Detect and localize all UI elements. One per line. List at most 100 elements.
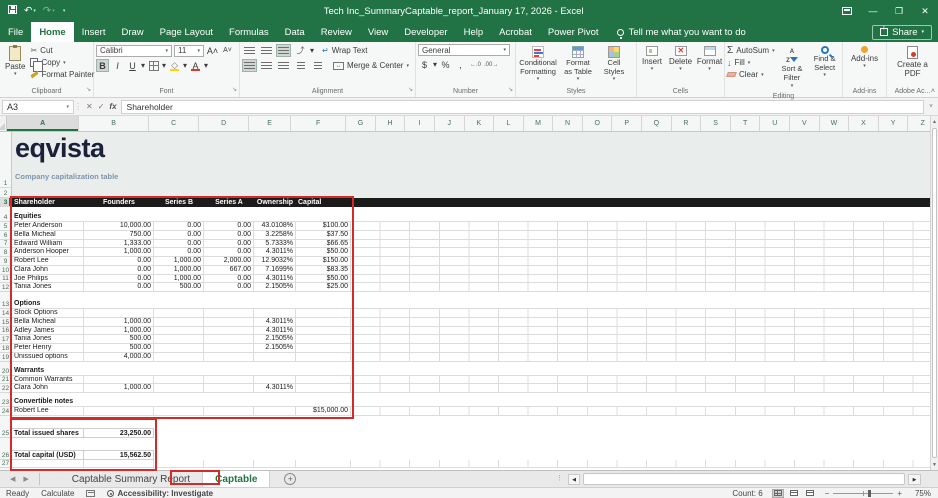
cell-C9[interactable]: 1,000.00 (154, 257, 204, 265)
cell-F22[interactable] (296, 384, 351, 392)
zoom-slider-thumb[interactable] (868, 490, 871, 497)
cell-D8[interactable]: 0.00 (204, 248, 254, 256)
bold-button[interactable]: B (96, 59, 109, 72)
menu-tab-review[interactable]: Review (313, 22, 360, 42)
sheet-row-15[interactable]: Bella Micheal1,000.004.3011% (12, 318, 938, 327)
column-header-B[interactable]: B (79, 116, 149, 131)
row-number-14[interactable]: 14 (0, 309, 11, 318)
restore-button[interactable]: ❐ (886, 0, 912, 22)
sheet-row-6[interactable]: Bella Micheal750.000.000.003.2258%$37.50 (12, 231, 938, 240)
empty-cells-region[interactable] (351, 376, 938, 384)
cell-E9[interactable]: 12.9032% (254, 257, 296, 265)
cell-B27[interactable] (84, 460, 154, 467)
cell-E15[interactable]: 4.3011% (254, 318, 296, 326)
sheet-row-13[interactable]: Options (12, 292, 938, 309)
percent-icon[interactable]: % (439, 58, 452, 71)
name-box[interactable]: A3▾ (2, 100, 74, 114)
cell-F11[interactable]: $50.00 (296, 275, 351, 283)
sheet-row-23[interactable]: Convertible notes (12, 393, 938, 407)
cell-A3[interactable]: Shareholder (12, 198, 84, 207)
cell-B22[interactable]: 1,000.00 (84, 384, 154, 392)
column-header-V[interactable]: V (790, 116, 820, 131)
cell-A23[interactable]: Convertible notes (12, 397, 938, 406)
cell-B17[interactable]: 500.00 (84, 335, 154, 343)
horizontal-scroll-thumb[interactable] (583, 473, 905, 485)
cell-B21[interactable] (84, 376, 154, 384)
zoom-in-icon[interactable]: + (897, 489, 902, 498)
row-number-12[interactable]: 12 (0, 283, 11, 292)
sheet-row-21[interactable]: Common Warrants (12, 376, 938, 385)
empty-cells-region[interactable] (351, 309, 938, 317)
font-size-select[interactable]: 11▾ (174, 45, 204, 57)
cell-A25[interactable]: Total issued shares (12, 428, 84, 438)
fill-color-icon[interactable]: ◇ (168, 59, 181, 72)
cell-A13[interactable]: Options (12, 299, 938, 308)
cell-F19[interactable] (296, 353, 351, 361)
row-number-25[interactable]: 25 (0, 416, 11, 438)
cell-C10[interactable]: 1,000.00 (154, 266, 204, 274)
cell-F21[interactable] (296, 376, 351, 384)
cell-D24[interactable] (204, 407, 254, 415)
menu-tab-file[interactable]: File (0, 22, 31, 42)
empty-cells-region[interactable] (351, 222, 938, 230)
normal-view-icon[interactable] (772, 489, 784, 498)
zoom-slider[interactable] (833, 493, 893, 494)
cell-A6[interactable]: Bella Micheal (12, 231, 84, 239)
cell-E22[interactable]: 4.3011% (254, 384, 296, 392)
column-header-F[interactable]: F (291, 116, 346, 131)
cell-F16[interactable] (296, 327, 351, 335)
scroll-down-icon[interactable]: ▼ (931, 459, 938, 470)
cell-E16[interactable]: 4.3011% (254, 327, 296, 335)
empty-cells-region[interactable] (351, 344, 938, 352)
cell-C18[interactable] (154, 344, 204, 352)
cell-D14[interactable] (204, 309, 254, 317)
empty-cells-region[interactable] (351, 240, 938, 248)
tell-me-box[interactable]: Tell me what you want to do (617, 22, 746, 42)
row-number-26[interactable]: 26 (0, 438, 11, 460)
cut-button[interactable]: ✂Cut (30, 45, 94, 56)
customize-qat-icon[interactable]: ▾ (62, 6, 66, 17)
empty-cells-region[interactable] (351, 353, 938, 361)
cell-B10[interactable]: 0.00 (84, 266, 154, 274)
cell-A17[interactable]: Tania Jones (12, 335, 84, 343)
currency-icon[interactable]: $ (418, 58, 431, 71)
sheet-row-18[interactable]: Peter Henry500.002.1505% (12, 344, 938, 353)
cell-B25[interactable]: 23,250.00 (84, 428, 154, 438)
column-header-Q[interactable]: Q (642, 116, 672, 131)
cell-F5[interactable]: $100.00 (296, 222, 351, 230)
align-right-icon[interactable] (276, 59, 291, 72)
column-header-Y[interactable]: Y (879, 116, 909, 131)
cell-C11[interactable]: 1,000.00 (154, 275, 204, 283)
increase-decimal-icon[interactable]: ←.0 (469, 58, 482, 71)
row-number-23[interactable]: 23 (0, 393, 11, 407)
cell-A26[interactable]: Total capital (USD) (12, 450, 84, 460)
row-number-11[interactable]: 11 (0, 275, 11, 284)
menu-tab-data[interactable]: Data (277, 22, 313, 42)
align-left-icon[interactable] (242, 59, 257, 72)
align-bottom-icon[interactable] (276, 44, 291, 57)
cell-B18[interactable]: 500.00 (84, 344, 154, 352)
cell-D5[interactable]: 0.00 (204, 222, 254, 230)
cell-A15[interactable]: Bella Micheal (12, 318, 84, 326)
select-all-corner[interactable] (0, 116, 7, 131)
cell-D18[interactable] (204, 344, 254, 352)
find-select-button[interactable]: Find & Select▾ (809, 44, 840, 81)
table-header-row[interactable]: Shareholder Founders Series B Series A O… (12, 198, 938, 207)
cell-B26[interactable]: 15,562.50 (84, 450, 154, 460)
decrease-font-icon[interactable]: A˅ (221, 44, 234, 57)
cell-F24[interactable]: $15,000.00 (296, 407, 351, 415)
column-header-W[interactable]: W (820, 116, 850, 131)
cell-E19[interactable] (254, 353, 296, 361)
cell-F15[interactable] (296, 318, 351, 326)
row-number-21[interactable]: 21 (0, 376, 11, 385)
cell-F18[interactable] (296, 344, 351, 352)
cell-B5[interactable]: 10,000.00 (84, 222, 154, 230)
align-top-icon[interactable] (242, 44, 257, 57)
sheet-row-17[interactable]: Tania Jones500.002.1505% (12, 335, 938, 344)
enter-icon[interactable]: ✓ (98, 102, 105, 111)
cell-B14[interactable] (84, 309, 154, 317)
cell-D15[interactable] (204, 318, 254, 326)
column-header-R[interactable]: R (672, 116, 702, 131)
cell-E3[interactable]: Ownership (254, 198, 296, 207)
cell-C24[interactable] (154, 407, 204, 415)
